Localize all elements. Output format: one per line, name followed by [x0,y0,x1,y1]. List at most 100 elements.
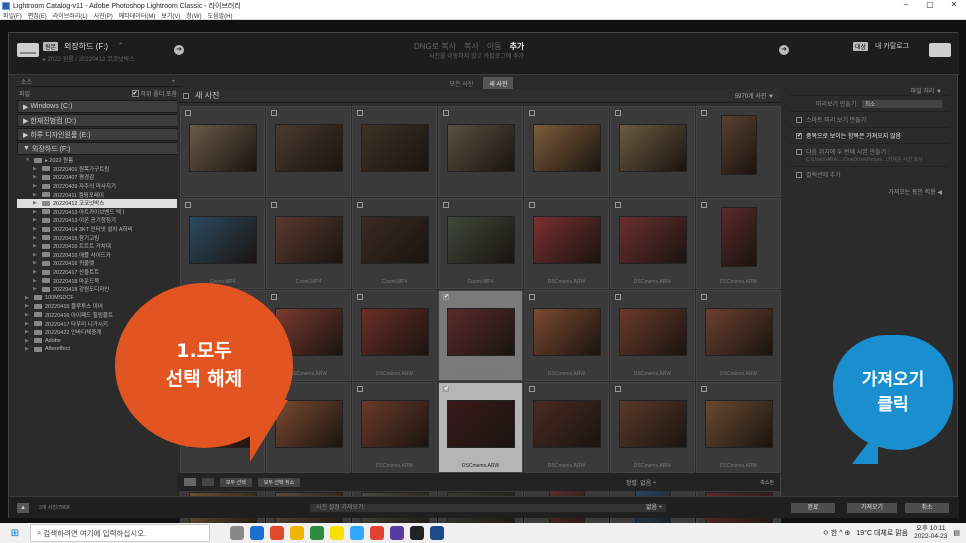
photo-thumbnail[interactable] [619,400,687,448]
photo-thumbnail[interactable] [721,115,757,175]
disclosure-triangle-icon[interactable]: ▶ [33,166,39,172]
app-icon[interactable] [390,526,404,540]
disclosure-triangle-icon[interactable]: ▶ [25,329,31,335]
smart-previews-checkbox[interactable] [796,116,802,123]
folder-tree-item[interactable]: ▶ 20220417 산울트트 [17,268,181,277]
photo-cell[interactable]: DSCmems.ARW [696,290,781,381]
folder-icon[interactable] [290,526,304,540]
photo-checkbox[interactable] [271,202,277,208]
disclosure-triangle-icon[interactable]: ▶ [33,278,39,284]
folder-tree-item[interactable]: ▶ 20220416 퀴블렛 [17,259,181,268]
menu-photo[interactable]: 사진(P) [94,11,113,20]
photo-checkbox[interactable] [615,294,621,300]
photo-checkbox[interactable] [357,386,363,392]
photo-cell[interactable]: DSCmems.ARW [696,198,781,289]
photo-thumbnail[interactable] [189,124,257,172]
disclosure-triangle-icon[interactable]: ▶ [33,192,39,198]
folder-tree-item[interactable]: ▶ 20220413 이온 공기청정기 [17,216,181,225]
photo-thumbnail[interactable] [619,216,687,264]
photo-checkbox[interactable] [701,202,707,208]
collapse-up-icon[interactable]: ▲ [17,503,29,513]
photo-checkbox[interactable] [529,294,535,300]
photo-thumbnail[interactable] [705,308,773,356]
volume-c[interactable]: ▶ Windows (C:) [17,100,179,113]
folder-tree-item[interactable]: ▶ 20220418 강원도디자인 [17,285,181,294]
app-icon[interactable] [310,526,324,540]
photo-checkbox[interactable] [529,202,535,208]
volume-d[interactable]: ▶ 한재진범컴 (D:) [17,114,179,127]
folder-tree-item[interactable]: ▶ 20220418 마운드묵 [17,276,181,285]
photo-thumbnail[interactable] [275,216,343,264]
photo-count-dropdown[interactable]: 5970개 사진 ▼ [735,91,774,100]
minimize-button[interactable]: – [894,0,918,9]
photo-thumbnail[interactable] [447,216,515,264]
folder-tree-item[interactable]: ▶ 20220416 트트트 거치대 [17,242,181,251]
disclosure-triangle-icon[interactable]: ▶ [33,200,39,206]
include-subfolders-checkbox[interactable]: ✔ [131,89,139,97]
dont-import-duplicates-checkbox[interactable]: ✔ [796,132,802,139]
photo-thumbnail[interactable] [533,400,601,448]
menu-view[interactable]: 보기(V) [161,11,180,20]
photo-cell[interactable] [524,106,609,197]
photo-checkbox[interactable] [185,110,191,116]
photo-checkbox[interactable] [615,202,621,208]
photo-cell[interactable] [438,106,523,197]
photo-thumbnail[interactable] [619,308,687,356]
photo-thumbnail[interactable] [361,216,429,264]
photo-thumbnail[interactable] [361,308,429,356]
photo-checkbox[interactable] [529,386,535,392]
photo-thumbnail[interactable] [361,124,429,172]
folder-tree-item[interactable]: ▶ 20220415 참기고림 [17,233,181,242]
folder-tree-item[interactable]: ▶ 20220412 코코넛박스 [17,198,181,208]
second-copy-row[interactable]: 다음 위치에 두 번째 사본 만들기 : C:\Users\ARA\...\One… [790,143,948,166]
photo-checkbox[interactable] [701,386,707,392]
photo-checkbox[interactable] [271,294,277,300]
photo-cell[interactable]: Cosmi.MP4 [180,198,265,289]
disclosure-triangle-icon[interactable]: ▶ [33,209,39,215]
tab-all-photos[interactable]: 모든 사진 [444,77,480,89]
volume-f[interactable]: ▼ 외장하드 (F:) [17,142,179,155]
photo-thumbnail[interactable] [447,400,515,448]
second-copy-checkbox[interactable] [796,148,802,155]
deselect-all-button[interactable]: 모두 선택 취소 [256,476,302,488]
build-previews-select[interactable]: 최소 [861,99,942,108]
menu-file[interactable]: 파일(F) [3,11,22,20]
add-source-button[interactable]: + [171,79,175,85]
photo-checkbox[interactable] [357,202,363,208]
add-to-collection-row[interactable]: 컬렉션에 추가 [790,166,948,182]
photo-thumbnail[interactable] [275,124,343,172]
source-drive-icon[interactable] [17,43,39,57]
disclosure-triangle-icon[interactable]: ▶ [25,346,31,352]
dont-import-duplicates-row[interactable]: ✔ 중복으로 보이는 항목은 가져오지 않음 [790,127,948,143]
disclosure-triangle-icon[interactable]: ▶ [25,295,31,301]
disclosure-triangle-icon[interactable]: ▶ [33,235,39,241]
disclosure-triangle-icon[interactable]: ▶ [33,243,39,249]
smart-previews-row[interactable]: 스마트 미리 보기 만들기 [790,111,948,127]
source-dropdown[interactable]: ÷ [119,42,122,48]
photo-cell[interactable]: DSCmems.ARW [524,290,609,381]
weather-widget[interactable]: 19°C 대체로 맑음 [856,528,908,538]
photo-cell[interactable] [696,106,781,197]
add-to-collection-checkbox[interactable] [796,171,802,178]
disclosure-triangle-icon[interactable]: ▶ [25,321,31,327]
task-view-icon[interactable] [230,526,244,540]
photo-thumbnail[interactable] [533,124,601,172]
kakaotalk-icon[interactable] [330,526,344,540]
grid-view-button[interactable] [183,477,197,487]
photo-checkbox[interactable] [271,110,277,116]
disclosure-triangle-icon[interactable]: ▶ [25,312,31,318]
disclosure-triangle-icon[interactable]: ▶ [33,252,39,258]
disclosure-triangle-icon[interactable]: ▼ [25,157,31,163]
windows-start-icon[interactable]: ⊞ [0,528,30,539]
photo-cell[interactable]: DSCmems.ARW [610,382,695,473]
disclosure-triangle-icon[interactable]: ▶ [25,303,31,309]
import-preset-dropdown[interactable]: 사진 설정 가져오기: 없음 ÷ [309,503,667,513]
photo-checkbox[interactable] [357,294,363,300]
photo-checkbox[interactable] [615,386,621,392]
taskbar-search[interactable]: ⌕ 검색하려면 여기에 입력하십시오. [30,524,210,542]
photo-cell[interactable]: Cosmi.MP4 [352,198,437,289]
chrome-icon[interactable] [370,526,384,540]
photo-checkbox[interactable] [529,110,535,116]
photo-thumbnail[interactable] [189,216,257,264]
lightroom-taskbar-icon[interactable] [430,526,444,540]
